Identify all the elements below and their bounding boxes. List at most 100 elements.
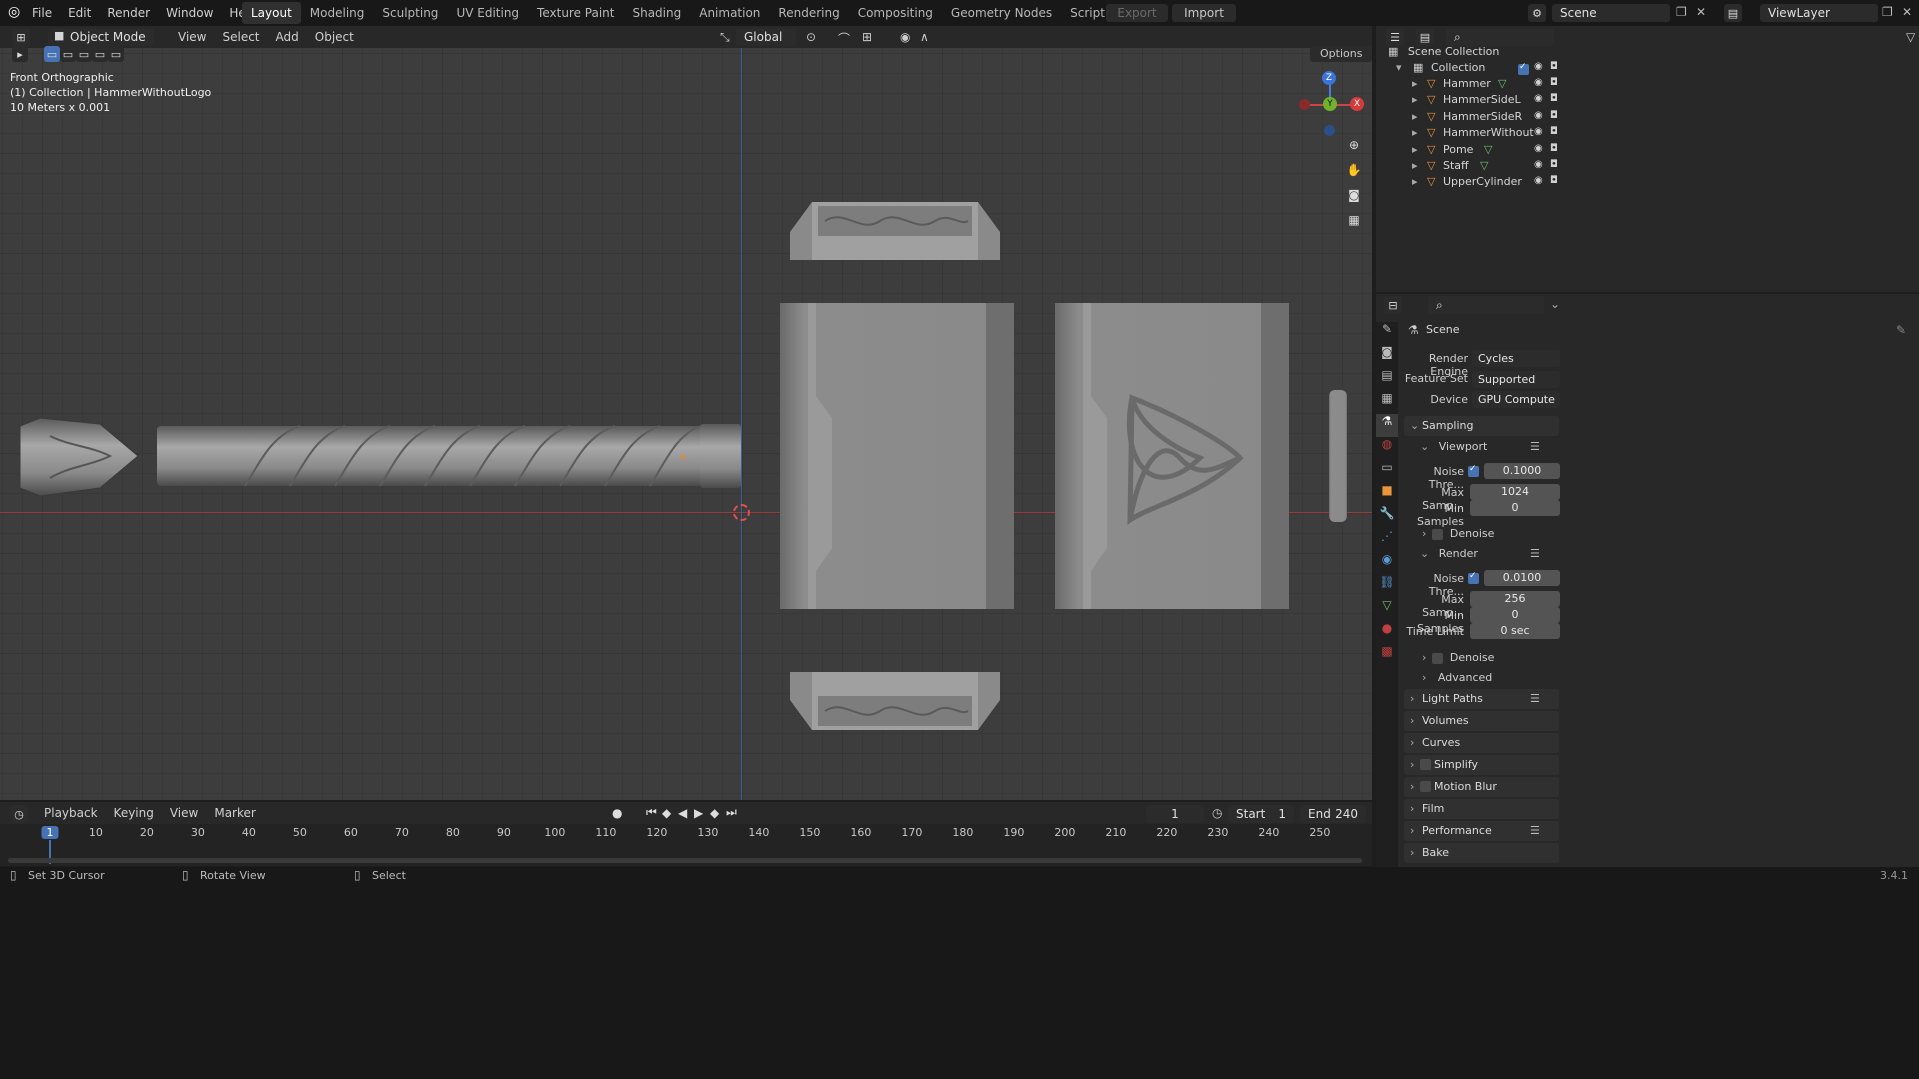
timeline-editor-icon[interactable]: ◷ [10,805,28,823]
constraints-tab-icon[interactable]: ⛓ [1376,575,1398,598]
menu-marker[interactable]: Marker [206,802,263,824]
camera-icon[interactable]: ◘ [1550,126,1558,137]
navigation-gizmo[interactable]: Z Y X [1296,70,1366,140]
render-engine-dropdown[interactable]: Cycles [1472,350,1560,367]
camera-icon[interactable]: ◘ [1550,159,1558,170]
texture-tab-icon[interactable]: ▩ [1376,644,1398,667]
data-tab-icon[interactable]: ▽ [1376,598,1398,621]
render-denoise-checkbox[interactable] [1432,653,1443,664]
render-tab-icon[interactable]: ◙ [1376,345,1398,368]
object-tab-icon[interactable]: ■ [1376,483,1398,506]
eye-icon[interactable]: ◉ [1534,93,1543,104]
chevron-down-icon[interactable]: ⌄ [1550,297,1560,311]
camera-icon[interactable]: ◘ [1550,143,1558,154]
outliner-item-hammerwithout[interactable]: ▸ ▽ HammerWithout ◉ ◘ [1412,126,1912,142]
outliner-item-pome[interactable]: ▸ ▽ Pome ▽ ◉ ◘ [1412,143,1912,159]
expand-arrow-icon[interactable]: ▸ [1412,143,1418,156]
camera-view-icon[interactable]: ◙ [1344,188,1364,208]
view-layer-selector[interactable]: ViewLayer [1760,4,1878,22]
list-icon[interactable]: ☰ [1530,440,1540,453]
expand-arrow-icon[interactable]: ▸ [1412,77,1418,90]
tab-compositing[interactable]: Compositing [849,2,942,24]
render-noise-checkbox[interactable] [1468,571,1479,584]
menu-window[interactable]: Window [158,0,221,26]
outliner-item-staff[interactable]: ▸ ▽ Staff ▽ ◉ ◘ [1412,159,1912,175]
gizmo-neg-z-axis[interactable] [1324,125,1335,136]
gizmo-y-axis[interactable]: Y [1323,97,1337,111]
3d-viewport[interactable]: ⊞ Object Mode ■ View Select Add Object ⤡… [0,26,1372,800]
menu-render[interactable]: Render [99,0,158,26]
eye-icon[interactable]: ◉ [1534,110,1543,121]
play-icon[interactable]: ▶ [694,806,710,820]
simplify-checkbox[interactable] [1420,759,1431,770]
tab-rendering[interactable]: Rendering [769,2,848,24]
collection-row[interactable]: ▾ ▦ Collection ◉ ◘ [1396,61,1911,77]
gizmo-x-axis[interactable]: X [1350,97,1364,111]
scene-selector[interactable]: Scene [1552,4,1670,22]
feature-set-dropdown[interactable]: Supported [1472,371,1560,388]
camera-icon[interactable]: ◘ [1550,110,1558,121]
viewport-max-samples-field[interactable]: 1024 [1470,484,1560,500]
viewport-noise-field[interactable]: 0.1000 [1484,463,1560,479]
tab-uv-editing[interactable]: UV Editing [447,2,528,24]
list-icon[interactable]: ☰ [1530,689,1540,709]
properties-editor-icon[interactable]: ⊟ [1384,296,1402,314]
zoom-icon[interactable]: ⊕ [1344,138,1364,158]
panel-simplify[interactable]: › Simplify [1404,755,1559,775]
delete-scene-icon[interactable]: ✕ [1696,5,1706,19]
expand-arrow-icon[interactable]: ▸ [1412,110,1418,123]
record-icon[interactable]: ● [612,806,622,820]
end-frame-field[interactable]: End 240 [1300,805,1366,823]
display-mode-icon[interactable]: ▤ [1416,28,1434,46]
expand-arrow-icon[interactable]: ▸ [1412,159,1418,172]
eye-icon[interactable]: ◉ [1534,61,1543,72]
eye-icon[interactable]: ◉ [1534,159,1543,170]
output-tab-icon[interactable]: ▤ [1376,368,1398,391]
filter-icon[interactable]: ▽ [1906,30,1915,44]
tab-modeling[interactable]: Modeling [301,2,374,24]
current-frame-marker[interactable]: 1 [41,826,59,839]
tab-shading[interactable]: Shading [623,2,690,24]
start-frame-field[interactable]: Start 1 [1228,805,1294,823]
tab-geometry-nodes[interactable]: Geometry Nodes [942,2,1061,24]
next-keyframe-icon[interactable]: ◆ [710,806,726,820]
motion-blur-checkbox[interactable] [1420,781,1431,792]
physics-tab-icon[interactable]: ◉ [1376,552,1398,575]
render-min-samples-field[interactable]: 0 [1470,607,1560,623]
scene-type-icon[interactable]: ⚙ [1528,4,1546,22]
world-tab-icon[interactable]: ◍ [1376,437,1398,460]
panel-light-paths[interactable]: › Light Paths ☰ [1404,689,1559,709]
panel-volumes[interactable]: › Volumes [1404,711,1559,731]
prev-keyframe-icon[interactable]: ◆ [662,806,678,820]
import-button[interactable]: Import [1172,4,1236,22]
eye-icon[interactable]: ◉ [1534,126,1543,137]
outliner-item-hammer[interactable]: ▸ ▽ Hammer ▽ ◉ ◘ [1412,77,1912,93]
tab-animation[interactable]: Animation [690,2,769,24]
view-layer-tab-icon[interactable]: ▦ [1376,391,1398,414]
new-scene-icon[interactable]: ❐ [1676,5,1687,19]
pan-hand-icon[interactable]: ✋ [1344,163,1364,183]
viewport-denoise-row[interactable]: › Denoise [1422,527,1552,540]
panel-bake[interactable]: › Bake [1404,843,1559,863]
delete-view-layer-icon[interactable]: ✕ [1902,5,1912,19]
sampling-panel-header[interactable]: ⌄ Sampling [1404,416,1559,436]
panel-motion-blur[interactable]: › Motion Blur [1404,777,1559,797]
viewport-subpanel-header[interactable]: ⌄ Viewport ☰ [1420,440,1560,453]
grid-view-icon[interactable]: ▦ [1344,213,1364,233]
camera-icon[interactable]: ◘ [1550,77,1558,88]
menu-playback[interactable]: Playback [36,802,106,824]
expand-arrow-icon[interactable]: ▾ [1396,61,1402,74]
menu-edit[interactable]: Edit [60,0,99,26]
eye-icon[interactable]: ◉ [1534,143,1543,154]
panel-film[interactable]: › Film [1404,799,1559,819]
render-max-samples-field[interactable]: 256 [1470,591,1560,607]
jump-end-icon[interactable]: ⏭ [726,805,742,820]
play-reverse-icon[interactable]: ◀ [678,806,694,820]
new-view-layer-icon[interactable]: ❐ [1882,5,1893,19]
tab-sculpting[interactable]: Sculpting [373,2,447,24]
outliner-item-uppercylinder[interactable]: ▸ ▽ UpperCylinder ◉ ◘ [1412,175,1912,191]
expand-arrow-icon[interactable]: ▸ [1412,126,1418,139]
clock-icon[interactable]: ◷ [1212,806,1222,820]
list-icon[interactable]: ☰ [1530,821,1540,841]
scene-tab-icon[interactable]: ⚗ [1376,414,1398,437]
